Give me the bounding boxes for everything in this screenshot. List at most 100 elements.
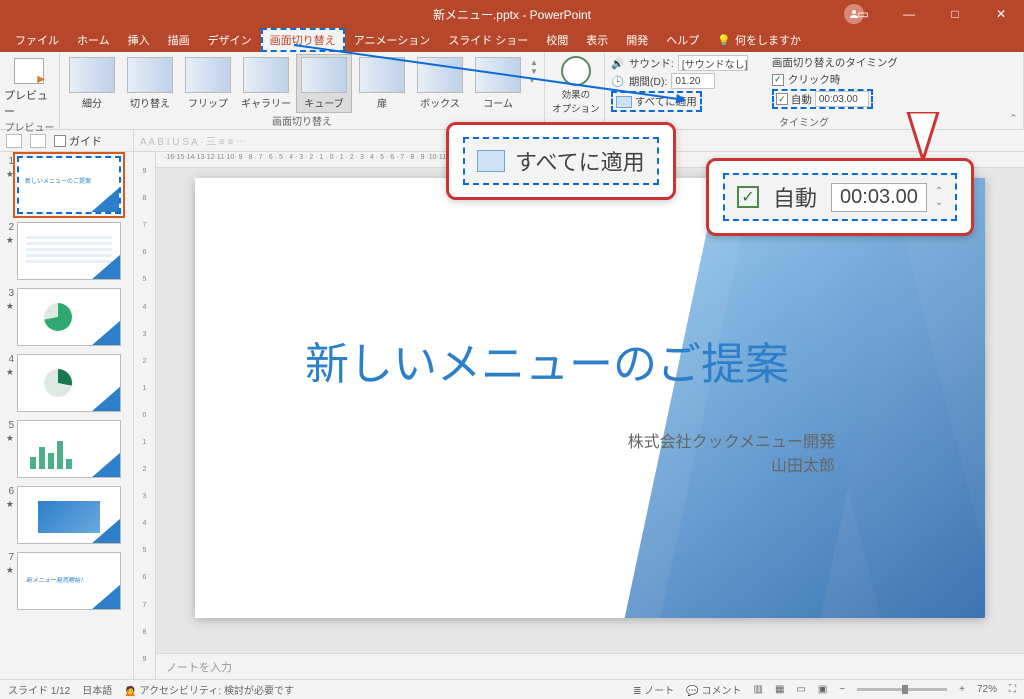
- timing-section-label: 画面切り替えのタイミング: [772, 55, 898, 70]
- tab-design[interactable]: デザイン: [199, 28, 261, 52]
- ribbon-display-icon[interactable]: ▭: [840, 0, 886, 28]
- slide-thumbnail-4[interactable]: 4★: [4, 354, 129, 412]
- normal-view-icon[interactable]: ▥: [753, 684, 762, 695]
- tab-developer[interactable]: 開発: [617, 28, 657, 52]
- sorter-view-icon[interactable]: ▦: [775, 684, 784, 695]
- tab-home[interactable]: ホーム: [68, 28, 119, 52]
- slide-thumbnail-2[interactable]: 2★: [4, 222, 129, 280]
- callout-value: 00:03.00: [831, 183, 927, 212]
- on-click-checkbox[interactable]: [772, 74, 784, 86]
- collapse-ribbon-icon[interactable]: ⌃: [1009, 112, 1018, 125]
- transition-comb[interactable]: コーム: [470, 54, 526, 113]
- notes-toggle[interactable]: ≣ ノート: [633, 682, 674, 697]
- preview-icon: [14, 58, 44, 84]
- tab-insert[interactable]: 挿入: [119, 28, 159, 52]
- transition-icon: [243, 57, 289, 93]
- transition-gallery[interactable]: 細分 切り替え フリップ ギャラリー キューブ 扉 ボックス コーム ▲▼▾: [64, 54, 540, 113]
- vertical-ruler: 9876543210123456789: [134, 152, 156, 679]
- transition-star-icon: ★: [6, 367, 14, 378]
- preview-label: プレビュー: [4, 87, 54, 119]
- close-button[interactable]: ✕: [978, 0, 1024, 28]
- slide-thumbnail-3[interactable]: 3★: [4, 288, 129, 346]
- slide-canvas-wrap[interactable]: 新しいメニューのご提案 株式会社クックメニュー開発山田太郎: [156, 168, 1024, 653]
- transition-flip[interactable]: フリップ: [180, 54, 236, 113]
- transition-star-icon: ★: [6, 499, 14, 510]
- callout-pointer: [888, 112, 958, 160]
- notes-pane[interactable]: ノートを入力: [156, 653, 1024, 679]
- titlebar: 新メニュー.pptx - PowerPoint ▭ — □ ✕: [0, 0, 1024, 28]
- preview-button[interactable]: プレビュー: [4, 54, 54, 119]
- sound-label: サウンド:: [629, 56, 674, 71]
- spinner-icon: ⌃⌄: [935, 186, 943, 208]
- gallery-more-icon[interactable]: ▲▼▾: [528, 54, 540, 89]
- apply-all-icon: [616, 96, 632, 108]
- transition-icon: [127, 57, 173, 93]
- tab-file[interactable]: ファイル: [6, 28, 68, 52]
- status-bar: スライド 1/12 日本語 🙍 アクセシビリティ: 検討が必要です ≣ ノート …: [0, 679, 1024, 699]
- transition-subdivide[interactable]: 細分: [64, 54, 120, 113]
- accessibility-status[interactable]: 🙍 アクセシビリティ: 検討が必要です: [124, 682, 294, 697]
- transition-doors[interactable]: 扉: [354, 54, 410, 113]
- callout-apply-all: すべてに適用: [446, 122, 676, 200]
- zoom-out[interactable]: −: [839, 684, 845, 695]
- comments-toggle[interactable]: 💬 コメント: [686, 682, 741, 697]
- callout-text: すべてに適用: [515, 145, 645, 177]
- minimize-button[interactable]: —: [886, 0, 932, 28]
- clock-icon: 🕒: [611, 75, 625, 87]
- slide-thumbnail-5[interactable]: 5★: [4, 420, 129, 478]
- fit-to-window-icon[interactable]: ⛶: [1009, 684, 1016, 695]
- transition-gallery-item[interactable]: ギャラリー: [238, 54, 294, 113]
- tab-slideshow[interactable]: スライド ショー: [439, 28, 537, 52]
- duration-field[interactable]: 01.20: [671, 73, 715, 89]
- zoom-slider[interactable]: [857, 688, 947, 691]
- slideshow-view-icon[interactable]: ▣: [818, 684, 827, 695]
- ribbon: プレビュー プレビュー 細分 切り替え フリップ ギャラリー キューブ 扉 ボッ…: [0, 52, 1024, 130]
- auto-advance-checkbox[interactable]: [776, 93, 788, 105]
- maximize-button[interactable]: □: [932, 0, 978, 28]
- transition-star-icon: ★: [6, 235, 14, 246]
- transition-star-icon: ★: [6, 169, 14, 180]
- callout-text: 自動: [773, 181, 817, 213]
- transition-icon: [69, 57, 115, 93]
- transition-star-icon: ★: [6, 301, 14, 312]
- transition-star-icon: ★: [6, 433, 14, 444]
- tell-me-label: 何をしますか: [735, 32, 801, 48]
- ribbon-group-transitions: 細分 切り替え フリップ ギャラリー キューブ 扉 ボックス コーム ▲▼▾ 画…: [60, 52, 545, 129]
- transition-icon: [185, 57, 231, 93]
- decorative-shape: [612, 178, 985, 618]
- tab-help[interactable]: ヘルプ: [657, 28, 708, 52]
- tab-review[interactable]: 校閲: [537, 28, 577, 52]
- slide-thumbnail-7[interactable]: 7★新メニュー発売開始！: [4, 552, 129, 610]
- slide-subtitle[interactable]: 株式会社クックメニュー開発山田太郎: [628, 428, 835, 476]
- slide-thumbnail-6[interactable]: 6★: [4, 486, 129, 544]
- slide-title[interactable]: 新しいメニューのご提案: [305, 328, 789, 392]
- slide-panel[interactable]: 1★新しいメニューのご提案 2★ 3★ 4★ 5★ 6★ 7★新メニュー発売開始…: [0, 152, 134, 679]
- ribbon-group-effect-options: 効果の オプション: [545, 52, 605, 129]
- zoom-percent[interactable]: 72%: [977, 684, 997, 695]
- menubar: ファイル ホーム 挿入 描画 デザイン 画面切り替え アニメーション スライド …: [0, 28, 1024, 52]
- slide-thumbnail-1[interactable]: 1★新しいメニューのご提案: [4, 156, 129, 214]
- zoom-in[interactable]: +: [959, 684, 965, 695]
- transition-switch[interactable]: 切り替え: [122, 54, 178, 113]
- auto-duration-field[interactable]: 00:03.00: [815, 91, 869, 107]
- reading-view-icon[interactable]: ▭: [796, 684, 805, 695]
- transition-cube[interactable]: キューブ: [296, 54, 352, 113]
- tab-draw[interactable]: 描画: [159, 28, 199, 52]
- slide-canvas[interactable]: 新しいメニューのご提案 株式会社クックメニュー開発山田太郎: [195, 178, 985, 618]
- guide-checkbox[interactable]: [54, 135, 66, 147]
- on-click-label: クリック時: [788, 72, 841, 87]
- guide-label: ガイド: [69, 133, 102, 149]
- tab-view[interactable]: 表示: [577, 28, 617, 52]
- sound-icon: 🔊: [611, 57, 625, 69]
- ribbon-group-timing: 🔊サウンド:[サウンドなし] 🕒期間(D):01.20 すべてに適用 画面切り替…: [605, 52, 1024, 129]
- tell-me[interactable]: 💡何をしますか: [708, 28, 810, 52]
- auto-label: 自動: [791, 92, 812, 107]
- transition-icon: [301, 57, 347, 93]
- duration-label: 期間(D):: [629, 74, 668, 89]
- callout-auto-advance: ✓ 自動 00:03.00 ⌃⌄: [706, 158, 974, 236]
- window-controls: ▭ — □ ✕: [840, 0, 1024, 28]
- language-indicator[interactable]: 日本語: [82, 682, 112, 697]
- sound-dropdown[interactable]: [サウンドなし]: [678, 55, 748, 71]
- apply-all-icon: [477, 150, 505, 172]
- tab-animations[interactable]: アニメーション: [345, 28, 440, 52]
